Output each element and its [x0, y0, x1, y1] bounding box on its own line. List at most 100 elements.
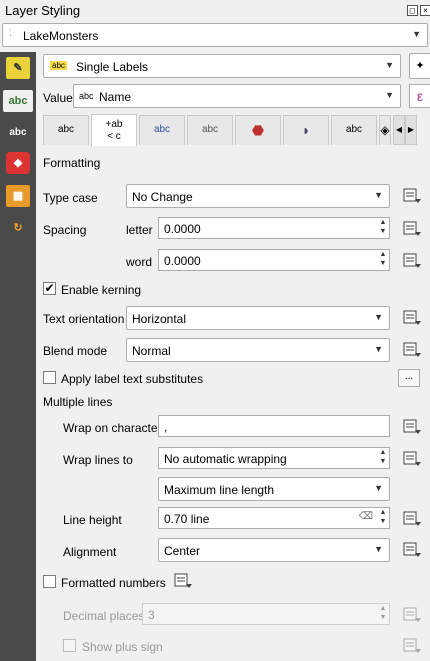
alignment-label: Alignment: [63, 545, 117, 559]
decimal-places-label: Decimal places: [63, 609, 145, 623]
apply-substitutes-label: Apply label text substitutes: [61, 372, 204, 386]
spin-arrows-icon[interactable]: ▲ ▼: [377, 448, 389, 468]
data-defined-override-icon[interactable]: [171, 570, 195, 592]
data-defined-override-icon[interactable]: [400, 539, 424, 561]
symbology-icon[interactable]: ✎: [6, 57, 30, 79]
letter-label: letter: [126, 223, 153, 237]
formatting-header: Formatting: [43, 156, 101, 170]
3d-view-icon[interactable]: ◆: [6, 152, 30, 174]
history-icon[interactable]: ↻: [6, 217, 30, 239]
multiple-lines-header: Multiple lines: [43, 395, 113, 409]
layer-select-value: LakeMonsters: [23, 29, 99, 43]
chevron-down-icon: ▼: [374, 483, 383, 493]
chevron-down-icon: ▼: [412, 29, 421, 39]
close-icon[interactable]: ×: [420, 5, 430, 16]
float-icon[interactable]: ◻: [407, 5, 418, 16]
chevron-down-icon: ▼: [385, 90, 394, 100]
chevron-down-icon: ▼: [374, 312, 383, 322]
substitutes-config-button[interactable]: ...: [398, 369, 420, 387]
data-defined-override-icon[interactable]: [400, 218, 424, 240]
field-type-icon: abc: [79, 91, 94, 101]
tab-callouts[interactable]: abc: [331, 115, 377, 145]
point-layer-icon: ⁚: [9, 28, 12, 38]
spin-arrows-icon[interactable]: ▲ ▼: [377, 508, 389, 528]
decimal-places-input[interactable]: 3 ▲ ▼: [142, 603, 390, 625]
alignment-select[interactable]: Center ▼: [158, 538, 390, 562]
clear-icon[interactable]: ⌫: [359, 511, 373, 522]
word-spacing-input[interactable]: 0.0000 ▲ ▼: [158, 249, 390, 271]
word-spacing-value: 0.0000: [164, 254, 201, 268]
tab-background[interactable]: ⬣: [235, 115, 281, 145]
type-case-value: No Change: [132, 190, 193, 204]
layer-select[interactable]: ⁚ LakeMonsters ▼: [2, 23, 428, 47]
masks-icon[interactable]: abc: [6, 122, 30, 144]
wrap-mode-value: Maximum line length: [164, 483, 275, 497]
value-expression: Name: [99, 90, 132, 104]
formatted-numbers-label: Formatted numbers: [61, 576, 166, 590]
show-plus-sign-checkbox[interactable]: [63, 639, 76, 652]
tab-scroll-right-icon[interactable]: ▶: [405, 115, 417, 145]
text-orientation-value: Horizontal: [132, 312, 187, 326]
decimal-places-value: 3: [148, 608, 155, 622]
line-height-input[interactable]: 0.70 line ⌫ ▲ ▼: [158, 507, 390, 529]
blend-mode-label: Blend mode: [43, 344, 108, 358]
spacing-label: Spacing: [43, 223, 87, 237]
value-label: Value: [43, 91, 73, 105]
text-orientation-select[interactable]: Horizontal ▼: [126, 306, 390, 330]
label-mode-select[interactable]: abc Single Labels ▼: [43, 54, 401, 78]
wrap-mode-select[interactable]: Maximum line length ▼: [158, 477, 390, 501]
chevron-down-icon: ▼: [374, 544, 383, 554]
type-case-select[interactable]: No Change ▼: [126, 184, 390, 208]
type-case-label: Type case: [43, 191, 98, 205]
spin-arrows-icon[interactable]: ▲ ▼: [377, 250, 389, 270]
value-expression-select[interactable]: abc Name ▼: [73, 84, 401, 108]
tab-shadow[interactable]: ◗: [283, 115, 329, 145]
wrap-lines-input[interactable]: No automatic wrapping ▲ ▼: [158, 447, 390, 469]
chevron-down-icon: ▼: [374, 190, 383, 200]
expression-builder-button[interactable]: ε: [409, 84, 430, 108]
text-orientation-label: Text orientation: [43, 312, 125, 326]
blend-mode-value: Normal: [132, 344, 171, 358]
chevron-down-icon: ▼: [374, 344, 383, 354]
apply-substitutes-checkbox[interactable]: [43, 371, 56, 384]
formatted-numbers-checkbox[interactable]: [43, 575, 56, 588]
tab-mask[interactable]: abc: [187, 115, 233, 145]
spin-arrows-icon[interactable]: ▲ ▼: [377, 218, 389, 238]
wrap-char-input[interactable]: ,: [158, 415, 390, 437]
blend-mode-select[interactable]: Normal ▼: [126, 338, 390, 362]
spin-arrows-icon[interactable]: ▲ ▼: [377, 604, 389, 624]
line-height-value: 0.70 line: [164, 512, 210, 526]
enable-kerning-label: Enable kerning: [61, 283, 142, 297]
tab-scroll-left-icon[interactable]: ◀: [393, 115, 405, 145]
letter-spacing-value: 0.0000: [164, 222, 201, 236]
tab-formatting[interactable]: +ab < c: [91, 114, 137, 146]
wrap-lines-label: Wrap lines to: [63, 453, 133, 467]
chevron-down-icon: ▼: [385, 60, 394, 70]
data-defined-override-icon[interactable]: [400, 604, 424, 626]
data-defined-override-icon[interactable]: [400, 508, 424, 530]
word-label: word: [126, 255, 153, 269]
tab-buffer[interactable]: abc: [139, 115, 185, 145]
panel-title: Layer Styling: [5, 3, 81, 18]
line-height-label: Line height: [63, 513, 122, 527]
data-defined-override-icon[interactable]: [400, 307, 424, 329]
alignment-value: Center: [164, 544, 201, 558]
wrap-char-label: Wrap on character: [63, 421, 162, 435]
data-defined-override-icon[interactable]: [400, 416, 424, 438]
tab-placement[interactable]: ◈: [379, 115, 391, 145]
show-plus-sign-label: Show plus sign: [82, 640, 163, 654]
data-defined-override-icon[interactable]: [400, 250, 424, 272]
enable-kerning-checkbox[interactable]: ✔: [43, 282, 56, 295]
diagrams-icon[interactable]: ▦: [6, 185, 30, 207]
wrap-lines-value: No automatic wrapping: [164, 452, 287, 466]
label-mode-value: Single Labels: [76, 60, 149, 74]
auto-placement-icon[interactable]: ✦: [409, 53, 430, 79]
data-defined-override-icon[interactable]: [400, 635, 424, 657]
tab-text[interactable]: abc: [43, 115, 89, 145]
data-defined-override-icon[interactable]: [400, 185, 424, 207]
data-defined-override-icon[interactable]: [400, 448, 424, 470]
wrap-char-value: ,: [164, 420, 168, 434]
labels-icon[interactable]: abc: [3, 90, 33, 112]
letter-spacing-input[interactable]: 0.0000 ▲ ▼: [158, 217, 390, 239]
data-defined-override-icon[interactable]: [400, 339, 424, 361]
